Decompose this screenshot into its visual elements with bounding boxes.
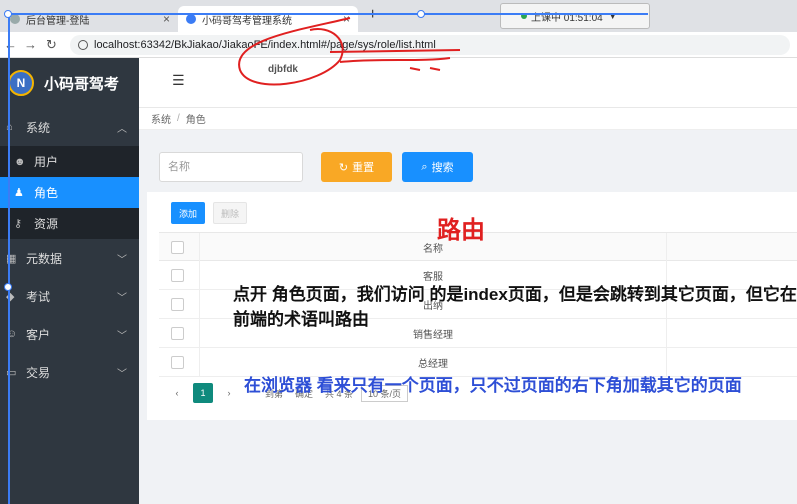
selection-handle[interactable] [4, 10, 12, 18]
pen-annotation-strokes [238, 17, 461, 86]
selection-guide-horizontal [8, 13, 648, 15]
selection-handle[interactable] [4, 283, 12, 291]
selection-handle[interactable] [417, 10, 425, 18]
selection-guide-vertical [8, 14, 10, 504]
